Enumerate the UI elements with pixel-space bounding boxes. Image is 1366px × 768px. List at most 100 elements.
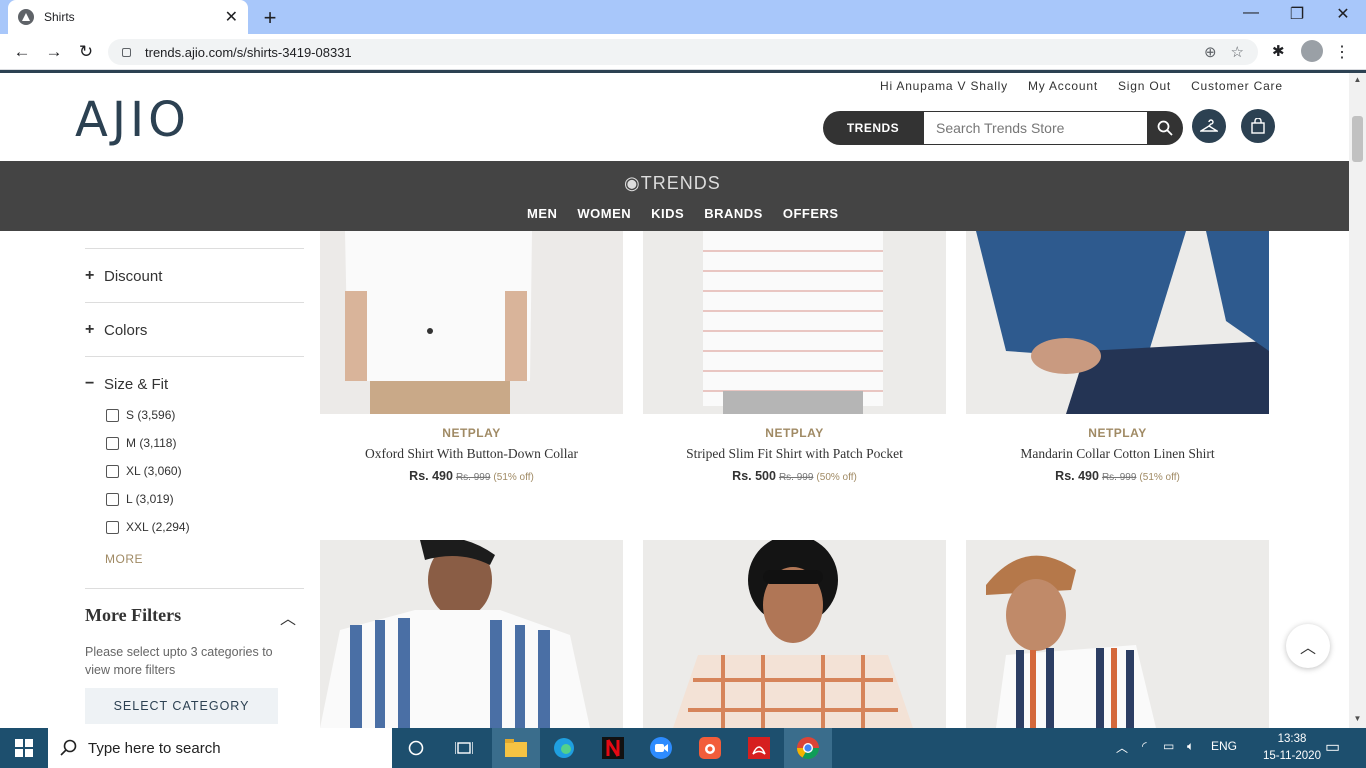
volume-icon[interactable]: 🔈︎ <box>1187 739 1194 754</box>
customer-care-link[interactable]: Customer Care <box>1191 79 1283 93</box>
size-label: L (3,019) <box>126 492 174 506</box>
camera-app-icon[interactable] <box>686 728 734 768</box>
bookmark-star-icon[interactable]: ☆ <box>1231 43 1244 61</box>
my-account-link[interactable]: My Account <box>1028 79 1098 93</box>
reload-icon[interactable]: ↻ <box>75 42 97 62</box>
scroll-up-arrow-icon[interactable]: ▲ <box>1350 75 1365 84</box>
scroll-down-arrow-icon[interactable]: ▼ <box>1350 714 1365 723</box>
product-image[interactable] <box>320 231 623 414</box>
sign-out-link[interactable]: Sign Out <box>1118 79 1171 93</box>
file-explorer-icon[interactable] <box>492 728 540 768</box>
nav-brands[interactable]: BRANDS <box>704 206 763 221</box>
system-clock[interactable]: 13:38 15-11-2020 <box>1262 731 1322 765</box>
show-hidden-icons-icon[interactable]: ︿ <box>1116 739 1128 756</box>
product-image[interactable] <box>643 540 946 728</box>
nav-links: MEN WOMEN KIDS BRANDS OFFERS <box>527 206 839 221</box>
trends-logo[interactable]: ◉TRENDS <box>624 173 721 194</box>
select-category-button[interactable]: SELECT CATEGORY <box>85 688 278 724</box>
notifications-icon[interactable]: ▭ <box>1325 737 1340 757</box>
size-option-xl[interactable]: XL (3,060) <box>106 464 182 478</box>
ajio-favicon-icon <box>18 9 34 25</box>
browser-tab[interactable]: Shirts ✕ <box>8 0 248 34</box>
size-option-s[interactable]: S (3,596) <box>106 408 175 422</box>
restore-icon[interactable]: ❐ <box>1282 4 1312 24</box>
taskbar-search-placeholder: Type here to search <box>88 739 221 757</box>
facet-colors[interactable]: + Colors <box>85 321 147 339</box>
size-option-m[interactable]: M (3,118) <box>106 436 176 450</box>
product-brand: NETPLAY <box>765 426 824 440</box>
checkbox[interactable] <box>106 408 119 422</box>
extensions-icon[interactable]: ✱ <box>1272 42 1285 60</box>
search-icon <box>60 739 77 756</box>
edge-browser-icon[interactable] <box>540 728 588 768</box>
product-image[interactable] <box>643 231 946 414</box>
size-label: S (3,596) <box>126 408 176 422</box>
facet-size-fit[interactable]: − Size & Fit <box>85 375 168 393</box>
taskbar-search[interactable]: Type here to search <box>48 728 392 768</box>
search-button[interactable] <box>1147 111 1183 145</box>
divider <box>85 302 304 303</box>
checkbox[interactable] <box>106 464 119 478</box>
checkbox[interactable] <box>106 520 119 534</box>
checkbox[interactable] <box>106 436 119 450</box>
netflix-icon[interactable] <box>589 728 637 768</box>
wifi-icon[interactable]: ◜ <box>1142 739 1147 753</box>
more-filters-title: More Filters <box>85 605 182 625</box>
size-option-l[interactable]: L (3,019) <box>106 492 174 506</box>
divider <box>85 588 304 589</box>
greeting-link[interactable]: Hi Anupama V Shally <box>880 79 1008 93</box>
profile-avatar[interactable] <box>1301 40 1323 62</box>
task-view-icon[interactable] <box>440 728 488 768</box>
browser-menu-icon[interactable]: ⋮ <box>1334 42 1350 62</box>
zoom-icon[interactable] <box>637 728 685 768</box>
size-label: XXL (2,294) <box>126 520 190 534</box>
back-icon[interactable]: ← <box>11 42 33 62</box>
chevron-up-icon: ︿ <box>1299 640 1316 657</box>
start-button[interactable] <box>0 728 48 768</box>
product-image[interactable] <box>966 540 1269 728</box>
product-image[interactable] <box>966 231 1269 414</box>
more-sizes-link[interactable]: MORE <box>105 552 143 566</box>
product-name[interactable]: Striped Slim Fit Shirt with Patch Pocket <box>643 446 946 462</box>
close-window-icon[interactable]: ✕ <box>1328 4 1358 24</box>
product-image[interactable] <box>320 540 623 728</box>
tab-title: Shirts <box>44 10 75 24</box>
facet-discount[interactable]: + Discount <box>85 267 162 285</box>
acrobat-reader-icon[interactable] <box>735 728 783 768</box>
chrome-browser-icon[interactable] <box>784 728 832 768</box>
expand-icon: + <box>85 321 95 338</box>
scrollbar-thumb[interactable] <box>1352 116 1363 162</box>
nav-offers[interactable]: OFFERS <box>783 206 839 221</box>
product-price: Rs. 490 Rs. 999 (51% off) <box>320 469 623 483</box>
size-option-xxl[interactable]: XXL (2,294) <box>106 520 190 534</box>
product-name[interactable]: Oxford Shirt With Button-Down Collar <box>320 446 623 462</box>
trends-button[interactable]: TRENDS <box>823 111 923 145</box>
ajio-logo[interactable]: AJIO <box>75 92 190 148</box>
address-bar[interactable]: trends.ajio.com/s/shirts-3419-08331 ⊕ ☆ <box>108 39 1258 65</box>
search-input[interactable]: Search Trends Store <box>923 111 1148 145</box>
chevron-up-icon[interactable]: ︿ <box>280 605 296 629</box>
minimize-icon[interactable]: — <box>1236 4 1266 22</box>
product-brand: NETPLAY <box>442 426 501 440</box>
collapse-icon: − <box>85 375 95 392</box>
lock-icon <box>122 47 131 57</box>
checkbox[interactable] <box>106 492 119 506</box>
forward-icon[interactable]: → <box>43 42 65 62</box>
current-price: Rs. 490 <box>409 469 453 483</box>
trends-logo-text: TRENDS <box>640 173 721 193</box>
product-name[interactable]: Mandarin Collar Cotton Linen Shirt <box>966 446 1269 462</box>
nav-women[interactable]: WOMEN <box>577 206 631 221</box>
nav-kids[interactable]: KIDS <box>651 206 684 221</box>
clock-time: 13:38 <box>1277 733 1307 745</box>
scroll-to-top-button[interactable]: ︿ <box>1286 624 1330 668</box>
wishlist-button[interactable] <box>1192 109 1226 143</box>
add-icon[interactable]: ⊕ <box>1204 43 1217 61</box>
nav-men[interactable]: MEN <box>527 206 557 221</box>
cart-button[interactable] <box>1241 109 1275 143</box>
new-tab-icon[interactable]: + <box>260 5 280 31</box>
battery-icon[interactable]: ▭ <box>1163 739 1174 753</box>
page-scrollbar[interactable] <box>1349 73 1366 728</box>
close-tab-icon[interactable]: ✕ <box>225 7 238 27</box>
language-indicator[interactable]: ENG <box>1211 739 1237 753</box>
cortana-icon[interactable] <box>392 728 440 768</box>
